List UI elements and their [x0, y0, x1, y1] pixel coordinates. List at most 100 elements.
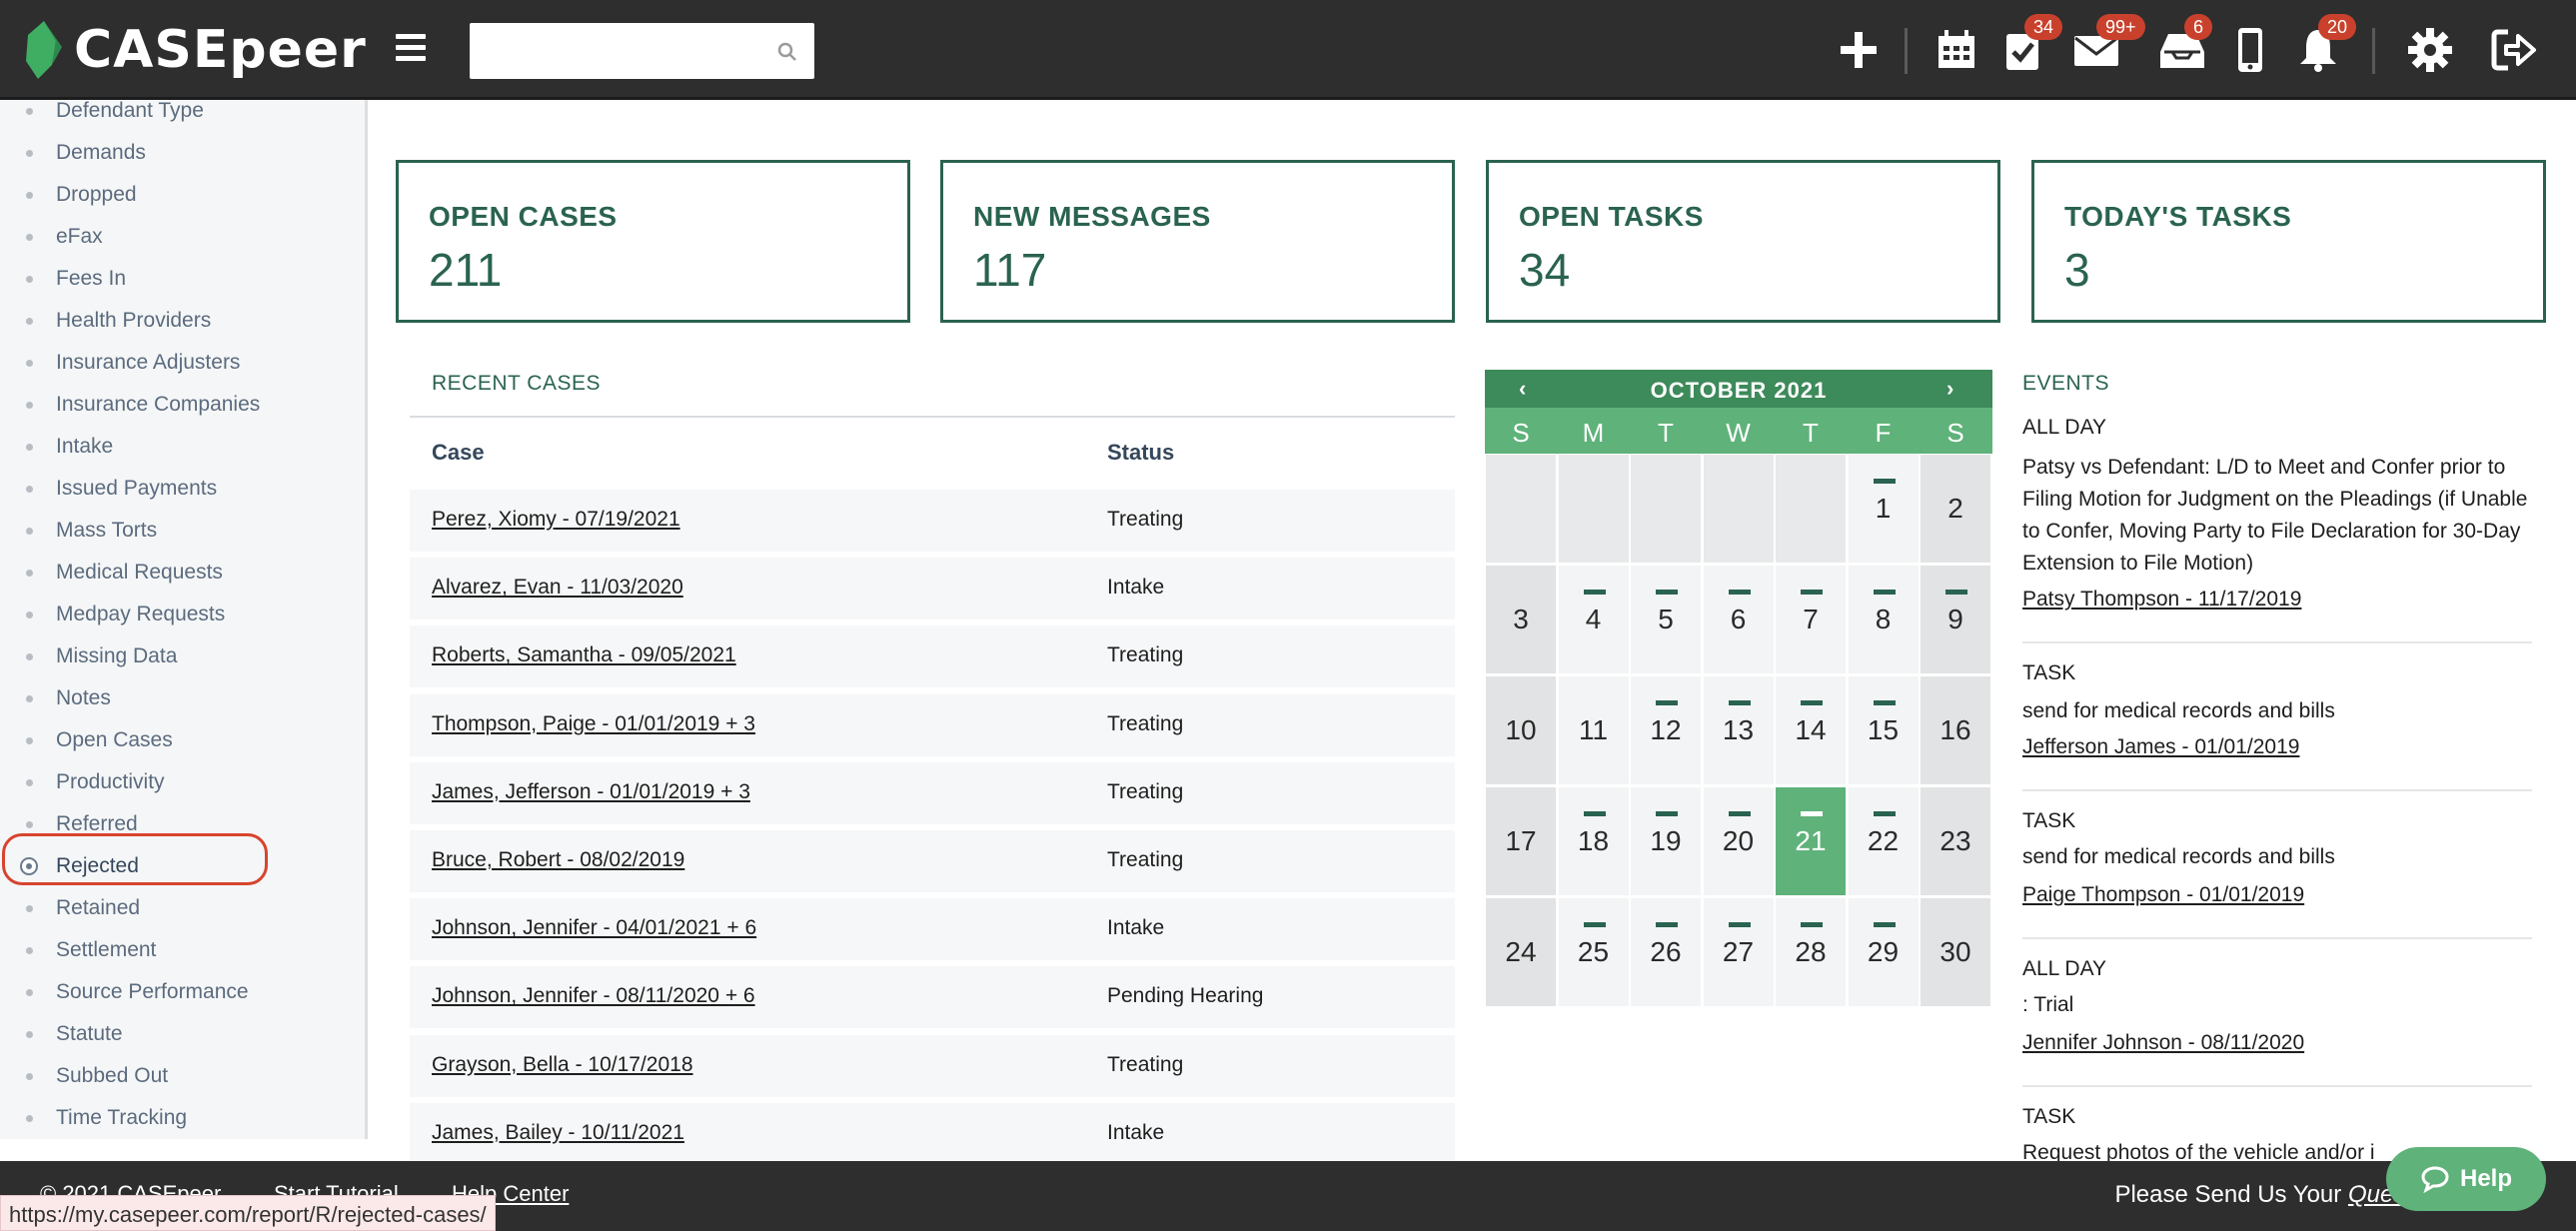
logout-icon[interactable]: [2490, 26, 2538, 74]
sidebar-item-intake[interactable]: Intake: [0, 426, 365, 468]
calendar-day[interactable]: 17: [1486, 787, 1556, 895]
table-row[interactable]: Johnson, Jennifer - 08/11/2020 + 6 Pendin…: [410, 966, 1455, 1029]
calendar-day[interactable]: 6: [1703, 566, 1774, 673]
case-link[interactable]: Bruce, Robert - 08/02/2019: [432, 848, 684, 872]
calendar-day[interactable]: 4: [1558, 566, 1629, 673]
sidebar-item-statute[interactable]: Statute: [0, 1013, 365, 1055]
calendar-day[interactable]: 23: [1921, 787, 1990, 895]
event-case-link[interactable]: Jennifer Johnson - 08/11/2020: [2022, 1031, 2304, 1055]
calendar-day[interactable]: 28: [1776, 898, 1846, 1006]
table-row[interactable]: James, Bailey - 10/11/2021 Intake: [410, 1102, 1455, 1165]
table-row[interactable]: Alvarez, Evan - 11/03/2020 Intake: [410, 558, 1455, 620]
calendar-day[interactable]: 14: [1776, 676, 1846, 784]
table-row[interactable]: Bruce, Robert - 08/02/2019 Treating: [410, 830, 1455, 892]
calendar-day[interactable]: 25: [1558, 898, 1629, 1006]
search-box[interactable]: [470, 23, 814, 79]
help-chat-button[interactable]: Help: [2386, 1147, 2546, 1211]
sidebar-item-subbed-out[interactable]: Subbed Out: [0, 1055, 365, 1097]
case-link[interactable]: Perez, Xiomy - 07/19/2021: [432, 508, 680, 532]
calendar-day[interactable]: 2: [1921, 455, 1990, 563]
calendar-day-today[interactable]: 21: [1776, 787, 1846, 895]
sidebar-item-health-providers[interactable]: Health Providers: [0, 300, 365, 342]
inbox-button[interactable]: 6: [2154, 14, 2213, 74]
sidebar-item-efax[interactable]: eFax: [0, 216, 365, 258]
stat-card-todays-tasks[interactable]: TODAY'S TASKS 3: [2031, 160, 2546, 323]
case-link[interactable]: James, Jefferson - 01/01/2019 + 3: [432, 780, 750, 804]
calendar-day[interactable]: 3: [1486, 566, 1556, 673]
sidebar-item-rejected[interactable]: Rejected: [0, 845, 365, 887]
gear-icon[interactable]: [2406, 26, 2454, 74]
calendar-day[interactable]: 13: [1703, 676, 1774, 784]
calendar-day[interactable]: 9: [1921, 566, 1990, 673]
sidebar-item-medical-requests[interactable]: Medical Requests: [0, 552, 365, 594]
case-link[interactable]: James, Bailey - 10/11/2021: [432, 1121, 684, 1145]
weekday-label: F: [1875, 418, 1892, 448]
sidebar-item-insurance-adjusters[interactable]: Insurance Adjusters: [0, 342, 365, 384]
sidebar-item-dropped[interactable]: Dropped: [0, 174, 365, 216]
calendar-day[interactable]: 12: [1631, 676, 1701, 784]
sidebar-item-notes[interactable]: Notes: [0, 677, 365, 719]
sidebar-item-time-tracking[interactable]: Time Tracking: [0, 1097, 365, 1139]
search-icon[interactable]: [776, 41, 798, 63]
case-link[interactable]: Thompson, Paige - 01/01/2019 + 3: [432, 712, 755, 736]
calendar-day[interactable]: 29: [1848, 898, 1919, 1006]
sidebar-item-retained[interactable]: Retained: [0, 887, 365, 929]
event-case-link[interactable]: Jefferson James - 01/01/2019: [2022, 735, 2299, 759]
sidebar-item-referred[interactable]: Referred: [0, 803, 365, 845]
calendar-day[interactable]: 24: [1486, 898, 1556, 1006]
sidebar-item-source-performance[interactable]: Source Performance: [0, 971, 365, 1013]
add-plus-icon[interactable]: [1835, 26, 1883, 74]
calendar-day[interactable]: 19: [1631, 787, 1701, 895]
sidebar-item-open-cases[interactable]: Open Cases: [0, 719, 365, 761]
table-row[interactable]: Thompson, Paige - 01/01/2019 + 3 Treating: [410, 693, 1455, 756]
event-case-link[interactable]: Paige Thompson - 01/01/2019: [2022, 883, 2304, 907]
calendar-day[interactable]: 7: [1776, 566, 1846, 673]
calendar-day[interactable]: 10: [1486, 676, 1556, 784]
table-row[interactable]: James, Jefferson - 01/01/2019 + 3 Treatin…: [410, 761, 1455, 824]
menu-hamburger-icon[interactable]: [396, 34, 426, 62]
table-row[interactable]: Grayson, Bella - 10/17/2018 Treating: [410, 1034, 1455, 1097]
table-row[interactable]: Johnson, Jennifer - 04/01/2021 + 6 Intake: [410, 898, 1455, 961]
tasks-button[interactable]: 34: [2000, 14, 2063, 74]
calendar-day[interactable]: 26: [1631, 898, 1701, 1006]
search-input[interactable]: [480, 33, 759, 69]
sidebar-item-insurance-companies[interactable]: Insurance Companies: [0, 384, 365, 426]
calendar-day[interactable]: 5: [1631, 566, 1701, 673]
logo[interactable]: CASEpeer: [22, 18, 367, 82]
stat-card-new-messages[interactable]: NEW MESSAGES 117: [940, 160, 1455, 323]
calendar-day[interactable]: 30: [1921, 898, 1990, 1006]
calendar-day[interactable]: 18: [1558, 787, 1629, 895]
sidebar-item-mass-torts[interactable]: Mass Torts: [0, 510, 365, 552]
mobile-phone-icon[interactable]: [2226, 26, 2274, 74]
calendar-day[interactable]: 1: [1848, 455, 1919, 563]
calendar-day[interactable]: 22: [1848, 787, 1919, 895]
sidebar-item-medpay-requests[interactable]: Medpay Requests: [0, 594, 365, 635]
event-case-link[interactable]: Patsy Thompson - 11/17/2019: [2022, 588, 2301, 612]
stat-card-open-cases[interactable]: OPEN CASES 211: [396, 160, 910, 323]
calendar-next-button[interactable]: ›: [1946, 376, 1953, 402]
calendar-icon[interactable]: [1932, 26, 1980, 74]
notifications-button[interactable]: 20: [2294, 14, 2357, 74]
calendar-day[interactable]: 8: [1848, 566, 1919, 673]
case-link[interactable]: Johnson, Jennifer - 04/01/2021 + 6: [432, 916, 756, 940]
table-row[interactable]: Perez, Xiomy - 07/19/2021 Treating: [410, 490, 1455, 552]
case-link[interactable]: Johnson, Jennifer - 08/11/2020 + 6: [432, 984, 755, 1008]
sidebar-item-productivity[interactable]: Productivity: [0, 761, 365, 803]
calendar-day[interactable]: 16: [1921, 676, 1990, 784]
case-link[interactable]: Grayson, Bella - 10/17/2018: [432, 1053, 693, 1077]
calendar-day[interactable]: 20: [1703, 787, 1774, 895]
stat-card-open-tasks[interactable]: OPEN TASKS 34: [1486, 160, 2000, 323]
table-row[interactable]: Roberts, Samantha - 09/05/2021 Treating: [410, 625, 1455, 688]
messages-button[interactable]: 99+: [2072, 14, 2145, 74]
sidebar-item-demands[interactable]: Demands: [0, 132, 365, 174]
sidebar-item-issued-payments[interactable]: Issued Payments: [0, 468, 365, 510]
case-link[interactable]: Alvarez, Evan - 11/03/2020: [432, 576, 683, 600]
calendar-day[interactable]: 15: [1848, 676, 1919, 784]
sidebar-item-settlement[interactable]: Settlement: [0, 929, 365, 971]
calendar-day[interactable]: 27: [1703, 898, 1774, 1006]
sidebar-item-missing-data[interactable]: Missing Data: [0, 635, 365, 677]
case-link[interactable]: Roberts, Samantha - 09/05/2021: [432, 643, 736, 667]
sidebar-item-defendant-type[interactable]: Defendant Type: [0, 100, 365, 132]
calendar-day[interactable]: 11: [1558, 676, 1629, 784]
sidebar-item-fees-in[interactable]: Fees In: [0, 258, 365, 300]
